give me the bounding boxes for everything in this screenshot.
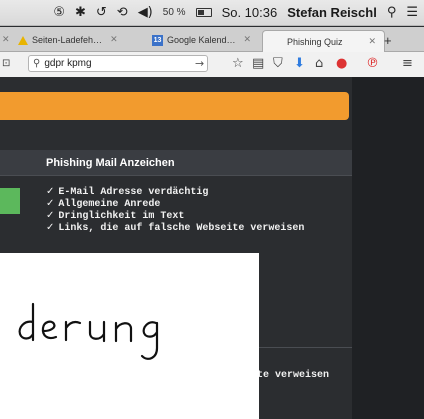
handwriting-derung <box>18 302 159 360</box>
close-icon[interactable]: ✕ <box>244 35 252 45</box>
adblock-icon[interactable]: ● <box>336 56 347 71</box>
close-icon[interactable]: ✕ <box>110 35 118 45</box>
reading-list-icon[interactable]: ▤ <box>252 56 264 71</box>
sync-icon[interactable]: ⟲ <box>117 5 128 20</box>
green-indicator[interactable] <box>0 188 20 214</box>
checkmark-icon: ✓ <box>46 186 55 197</box>
tab-seiten-ladefehler[interactable]: Seiten-Ladefeh… ✕ <box>18 30 118 50</box>
orange-banner <box>0 92 349 120</box>
search-icon: ⚲ <box>33 58 41 69</box>
checkmark-icon: ✓ <box>46 222 55 233</box>
page-right-strip <box>352 77 424 419</box>
close-icon[interactable]: ✕ <box>2 35 10 45</box>
phishing-checklist: ✓ E-Mail Adresse verdächtig ✓ Allgemeine A… <box>46 186 304 234</box>
tab-phishing-quiz[interactable]: Phishing Quiz ✕ <box>262 30 386 52</box>
timemachine-icon[interactable]: ↺ <box>96 5 107 20</box>
download-icon[interactable]: ⬇ <box>294 56 305 71</box>
pinterest-icon[interactable]: ℗ <box>366 56 379 71</box>
search-value: gdpr kpmg <box>44 58 92 69</box>
panel-title-text: Phishing Mail Anzeichen <box>46 156 175 169</box>
warning-icon <box>18 35 28 45</box>
checkmark-icon: ✓ <box>46 198 55 209</box>
menubar-clock[interactable]: So. 10:36 <box>222 5 278 20</box>
tab-label: Seiten-Ladefeh… <box>32 35 103 45</box>
tab-google-kalender[interactable]: 13 Google Kalend… ✕ <box>152 30 251 50</box>
list-item: ✓ E-Mail Adresse verdächtig <box>46 186 209 198</box>
panel-title: Phishing Mail Anzeichen <box>0 150 352 176</box>
close-icon[interactable]: ✕ <box>369 37 377 47</box>
battery-icon[interactable] <box>195 8 212 17</box>
bluetooth-icon[interactable]: ✱ <box>75 5 86 20</box>
tab-label: Google Kalend… <box>167 35 236 45</box>
notification-list-icon[interactable]: ☰ <box>406 5 418 20</box>
partial-url-icon[interactable]: ⊡ <box>2 58 10 69</box>
tab-strip: ✕ Seiten-Ladefeh… ✕ 13 Google Kalend… ✕ … <box>0 27 424 52</box>
volume-icon[interactable]: ◀) <box>138 5 153 20</box>
menu-icon[interactable]: ≡ <box>402 56 413 71</box>
bookmark-star-icon[interactable]: ☆ <box>232 56 244 71</box>
home-icon[interactable]: ⌂ <box>315 56 323 71</box>
trailing-text: te verweisen <box>257 370 330 381</box>
calendar-icon: 13 <box>152 34 163 46</box>
menubar: ⑤ ✱ ↺ ⟲ ◀) 50 % So. 10:36 Stefan Reischl… <box>0 0 424 26</box>
new-tab-button[interactable]: + <box>384 30 392 50</box>
tab-partial[interactable]: ✕ <box>0 30 10 50</box>
list-item: ✓ Allgemeine Anrede <box>46 198 161 210</box>
go-arrow-icon[interactable]: → <box>195 57 204 70</box>
navigation-bar: ⊡ ⚲ gdpr kpmg → ☆ ▤ ⛉ ⬇ ⌂ ● ℗ ≡ <box>0 52 424 78</box>
spotlight-icon[interactable]: ⚲ <box>387 5 397 20</box>
number5-icon[interactable]: ⑤ <box>53 5 65 20</box>
search-input[interactable]: ⚲ gdpr kpmg <box>28 55 208 72</box>
pocket-icon[interactable]: ⛉ <box>273 56 283 71</box>
list-item: ✓ Dringlichkeit im Text <box>46 210 185 222</box>
tab-label: Phishing Quiz <box>287 36 343 47</box>
divider <box>259 347 352 348</box>
battery-percent[interactable]: 50 % <box>163 7 186 18</box>
menubar-user[interactable]: Stefan Reischl <box>287 5 377 20</box>
checkmark-icon: ✓ <box>46 210 55 221</box>
list-item: ✓ Links, die auf falsche Webseite verweis… <box>46 222 305 234</box>
